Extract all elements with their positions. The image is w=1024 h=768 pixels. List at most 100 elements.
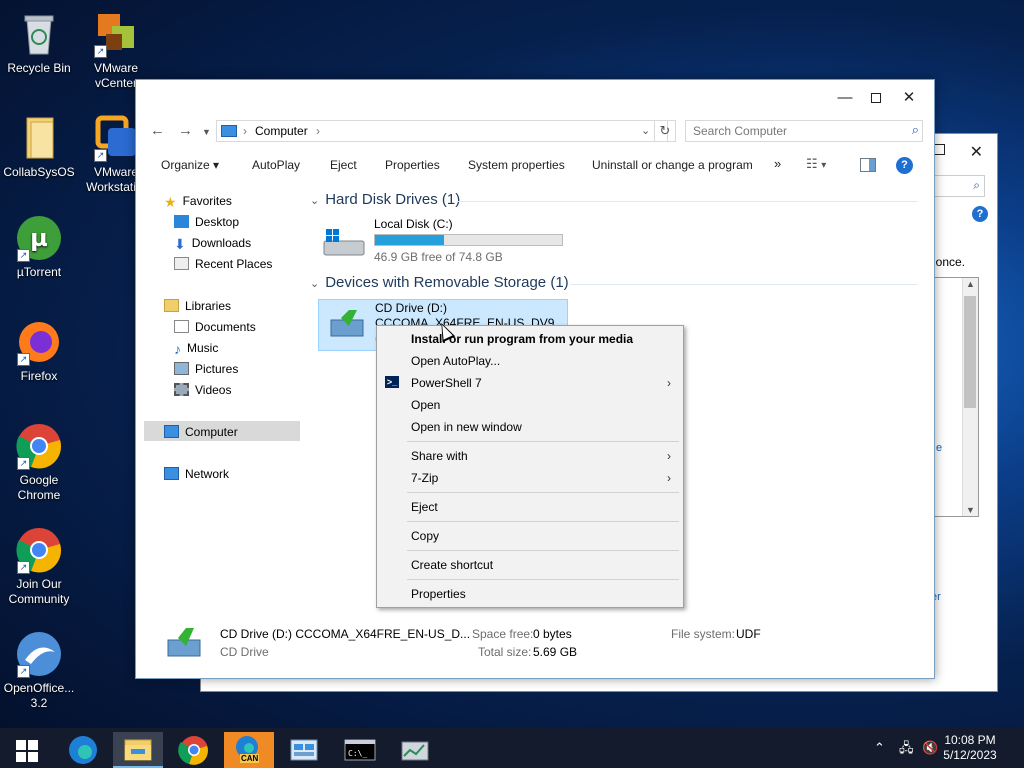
breadcrumb[interactable]: Computer [255, 124, 308, 138]
menu-separator [407, 521, 679, 522]
refresh-icon[interactable]: ↻ [654, 120, 676, 142]
eject-button[interactable]: Eject [330, 158, 357, 172]
help-icon[interactable]: ? [972, 206, 988, 222]
minimize-icon[interactable]: — [832, 86, 858, 110]
volume-muted-icon[interactable]: 🔇 [922, 740, 938, 756]
desktop-icon-google-chrome[interactable]: ↗ Google Chrome [1, 422, 77, 503]
command-bar: Organize ▾ AutoPlay Eject Properties Sys… [136, 152, 934, 180]
group-header-removable[interactable]: ⌄ Devices with Removable Storage (1) [310, 274, 569, 291]
menu-item-properties[interactable]: Properties [377, 583, 683, 605]
group-header-hdd[interactable]: ⌄ Hard Disk Drives (1) [310, 191, 460, 208]
title-bar[interactable]: — ✕ [136, 80, 934, 116]
autoplay-button[interactable]: AutoPlay [252, 158, 300, 172]
nav-item-computer[interactable]: Computer [164, 423, 238, 441]
control-panel-icon [290, 739, 318, 761]
nav-item-recent-places[interactable]: Recent Places [174, 255, 272, 273]
close-icon[interactable]: ✕ [970, 142, 983, 162]
clock-date: 5/12/2023 [943, 748, 997, 762]
system-properties-button[interactable]: System properties [468, 158, 565, 172]
nav-item-documents[interactable]: Documents [174, 318, 256, 336]
nav-item-favorites[interactable]: ★ Favorites [164, 192, 232, 210]
film-strip-icon [174, 383, 189, 396]
address-bar[interactable]: › Computer › ⌄ [216, 120, 668, 142]
desktop-icon-utorrent[interactable]: µ ↗ µTorrent [1, 214, 77, 280]
taskbar-edge-canary[interactable]: CAN [224, 732, 274, 768]
maximize-icon[interactable] [934, 144, 945, 155]
menu-item-powershell[interactable]: >_ PowerShell 7 › [377, 372, 683, 394]
background-link[interactable]: e [936, 442, 942, 454]
nav-item-downloads[interactable]: ⬇ Downloads [174, 234, 251, 252]
scrollbar[interactable]: ▲ ▼ [962, 278, 978, 516]
menu-item-create-shortcut[interactable]: Create shortcut [377, 554, 683, 576]
breadcrumb-separator-icon[interactable]: › [316, 124, 320, 138]
shortcut-arrow-icon: ↗ [17, 457, 30, 470]
scroll-down-icon[interactable]: ▼ [966, 505, 975, 515]
taskbar-resource-monitor[interactable] [390, 732, 440, 768]
back-arrow-icon[interactable]: ← [150, 122, 165, 139]
cd-drive-icon [329, 308, 365, 338]
menu-item-install-run[interactable]: Install or run program from your media [377, 328, 683, 350]
system-clock[interactable]: 10:08 PM 5/12/2023 [940, 733, 1000, 763]
nav-item-network[interactable]: Network [164, 465, 229, 483]
maximize-icon[interactable] [863, 86, 889, 110]
shortcut-arrow-icon: ↗ [94, 45, 107, 58]
group-divider [458, 201, 918, 202]
recent-locations-icon[interactable]: ▼ [202, 127, 211, 137]
nav-item-libraries[interactable]: Libraries [164, 297, 231, 315]
chrome-icon: ↗ [15, 526, 63, 574]
properties-button[interactable]: Properties [385, 158, 440, 172]
desktop-icon-join-community[interactable]: ↗ Join Our Community [1, 526, 77, 607]
file-system-value: UDF [736, 627, 761, 641]
taskbar-command-prompt[interactable]: C:\_ [335, 732, 385, 768]
disk-usage-fill [375, 235, 445, 245]
chevron-down-icon: ⌄ [310, 195, 320, 207]
network-tray-icon[interactable]: 🖧 [899, 739, 914, 761]
organize-button[interactable]: Organize ▾ [161, 158, 219, 172]
firefox-icon: ↗ [15, 318, 63, 366]
search-input[interactable]: Search Computer ⌕ [685, 120, 923, 142]
desktop-icon-recycle-bin[interactable]: Recycle Bin [1, 10, 77, 76]
more-commands-button[interactable]: » [774, 156, 781, 171]
nav-item-desktop[interactable]: Desktop [174, 213, 239, 231]
computer-icon [164, 425, 179, 438]
background-list[interactable]: ▲ ▼ [933, 277, 979, 517]
vmware-workstation-icon: ↗ [92, 114, 140, 162]
menu-item-7zip[interactable]: 7-Zip › [377, 467, 683, 489]
nav-item-music[interactable]: ♪ Music [174, 339, 218, 357]
nav-item-videos[interactable]: Videos [174, 381, 231, 399]
scroll-thumb[interactable] [964, 296, 976, 408]
file-explorer-icon [124, 739, 152, 761]
breadcrumb-separator-icon: › [243, 124, 247, 138]
tray-chevron-up-icon[interactable]: ⌃ [874, 740, 885, 756]
preview-pane-icon[interactable] [860, 158, 876, 172]
nav-item-pictures[interactable]: Pictures [174, 360, 238, 378]
menu-item-copy[interactable]: Copy [377, 525, 683, 547]
uninstall-program-button[interactable]: Uninstall or change a program [592, 158, 753, 172]
desktop-icon-collabsysos[interactable]: CollabSysOS [1, 114, 77, 180]
menu-item-share-with[interactable]: Share with › [377, 445, 683, 467]
desktop-icon-label: OpenOffice... 3.2 [3, 681, 75, 710]
shortcut-arrow-icon: ↗ [17, 561, 30, 574]
menu-item-open-new-window[interactable]: Open in new window [377, 416, 683, 438]
cd-drive-name: CD Drive (D:) [375, 301, 447, 315]
taskbar-file-explorer[interactable] [113, 732, 163, 768]
desktop-icon-firefox[interactable]: ↗ Firefox [1, 318, 77, 384]
taskbar-control-panel[interactable] [279, 732, 329, 768]
change-view-icon[interactable]: ☷ ▾ [806, 156, 826, 172]
menu-item-eject[interactable]: Eject [377, 496, 683, 518]
menu-item-open[interactable]: Open [377, 394, 683, 416]
forward-arrow-icon[interactable]: → [178, 122, 193, 139]
submenu-arrow-icon: › [667, 449, 671, 463]
address-dropdown-icon[interactable]: ⌄ [641, 124, 650, 137]
taskbar-chrome[interactable] [169, 732, 219, 768]
taskbar-edge[interactable] [58, 732, 108, 768]
help-icon[interactable]: ? [896, 157, 913, 174]
scroll-up-icon[interactable]: ▲ [966, 279, 975, 289]
music-note-icon: ♪ [174, 341, 181, 357]
desktop-icon-openoffice[interactable]: ↗ OpenOffice... 3.2 [1, 630, 77, 711]
menu-item-open-autoplay[interactable]: Open AutoPlay... [377, 350, 683, 372]
close-icon[interactable]: ✕ [896, 86, 922, 110]
start-button[interactable] [2, 732, 52, 768]
file-system-label: File system: [671, 627, 736, 641]
desktop-icon-label: Join Our Community [8, 577, 70, 606]
